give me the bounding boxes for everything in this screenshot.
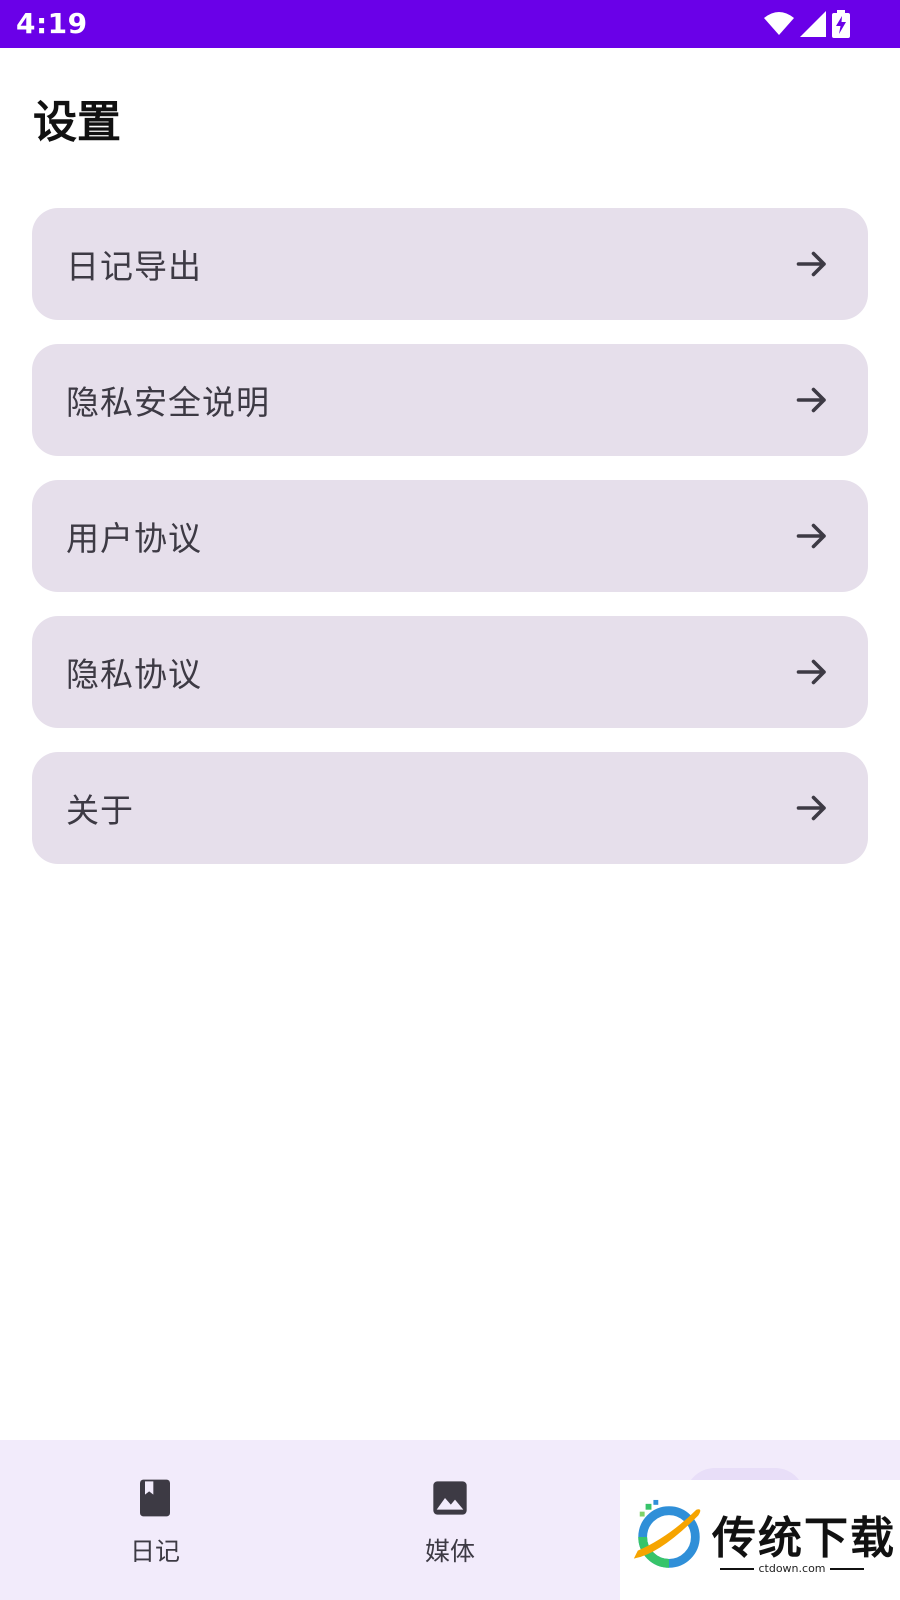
- status-icons: [764, 9, 850, 39]
- nav-item-media[interactable]: 媒体: [300, 1440, 600, 1600]
- settings-item-user-agreement[interactable]: 用户协议: [32, 480, 868, 592]
- status-bar: 4:19: [0, 0, 900, 48]
- image-icon: [433, 1481, 467, 1515]
- settings-list: 日记导出 隐私安全说明 用户协议 隐私协议 关于: [32, 208, 868, 888]
- settings-screen: 4:19 设置 日记导出 隐私安全说明 用户协议 隐私协议 关于 日记 媒体 传…: [0, 0, 900, 1600]
- nav-item-diary[interactable]: 日记: [5, 1440, 305, 1600]
- settings-item-label: 用户协议: [66, 519, 202, 558]
- settings-item-diary-export[interactable]: 日记导出: [32, 208, 868, 320]
- settings-item-about[interactable]: 关于: [32, 752, 868, 864]
- status-time: 4:19: [16, 7, 88, 40]
- nav-label: 媒体: [424, 1537, 475, 1566]
- book-icon: [140, 1479, 170, 1517]
- ctdown-logo-icon: [633, 1499, 701, 1568]
- watermark-text: 传统下载: [712, 1513, 896, 1564]
- nav-label: 日记: [129, 1537, 180, 1566]
- settings-item-label: 日记导出: [66, 247, 202, 286]
- arrow-right-icon: [796, 659, 826, 685]
- page-title: 设置: [33, 97, 121, 148]
- arrow-right-icon: [796, 795, 826, 821]
- arrow-right-icon: [796, 387, 826, 413]
- wifi-icon: [764, 12, 794, 36]
- settings-item-privacy-policy[interactable]: 隐私协议: [32, 616, 868, 728]
- arrow-right-icon: [796, 251, 826, 277]
- watermark: 传统下载 ctdown.com: [620, 1480, 900, 1600]
- settings-item-label: 隐私安全说明: [66, 383, 270, 422]
- settings-item-label: 关于: [66, 791, 134, 830]
- watermark-subtext: ctdown.com: [712, 1562, 872, 1575]
- settings-item-label: 隐私协议: [66, 655, 202, 694]
- settings-item-privacy-security[interactable]: 隐私安全说明: [32, 344, 868, 456]
- cell-signal-icon: [800, 11, 826, 37]
- battery-charging-icon: [832, 10, 850, 38]
- arrow-right-icon: [796, 523, 826, 549]
